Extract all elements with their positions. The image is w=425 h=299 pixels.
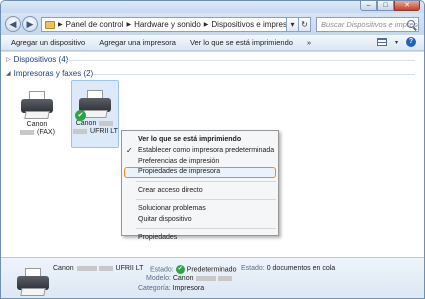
- menu-item-properties[interactable]: Propiedades: [122, 232, 278, 243]
- navigation-bar: ◀ ▶ ▶ Panel de control ▶ Hardware y soni…: [1, 13, 424, 35]
- menu-separator: [136, 199, 276, 200]
- search-input[interactable]: Buscar Dispositivos e impresoras: [316, 17, 419, 32]
- printer-icon: [15, 268, 51, 298]
- printer-item-fax[interactable]: Canon (FAX): [13, 87, 61, 147]
- details-queue: Estado: 0 documentos en cola: [241, 265, 336, 272]
- group-devices[interactable]: ▷ Dispositivos (4): [6, 55, 68, 64]
- title-bar: – □ ✕: [1, 1, 424, 13]
- menu-item-print-preferences[interactable]: Preferencias de impresión: [122, 156, 278, 167]
- breadcrumb-devices-printers[interactable]: Dispositivos e impresoras: [211, 20, 286, 29]
- details-name: Canon UFRII LT: [53, 265, 144, 272]
- printer-item-default[interactable]: ✔ Canon UFRII LT: [71, 80, 119, 148]
- help-icon[interactable]: ?: [406, 37, 416, 47]
- close-button[interactable]: ✕: [394, 1, 420, 11]
- printer-icon: ✔: [75, 90, 113, 121]
- divider: [65, 60, 415, 61]
- menu-separator: [136, 181, 276, 182]
- group-devices-label: Dispositivos (4): [13, 55, 69, 64]
- details-model: Modelo: Canon: [146, 275, 233, 282]
- expand-icon[interactable]: ▷: [6, 56, 11, 63]
- view-options-icon[interactable]: [376, 38, 387, 46]
- group-printers[interactable]: ◢ Impresoras y faxes (2): [6, 69, 93, 78]
- default-check-icon: ✔: [175, 265, 185, 274]
- divider: [93, 74, 415, 75]
- details-status: Estado: ✔ Predeterminado: [150, 265, 237, 274]
- collapse-icon[interactable]: ◢: [6, 70, 11, 77]
- menu-item-set-default[interactable]: ✓ Establecer como impresora predeterminad…: [122, 145, 278, 156]
- refresh-icon[interactable]: ↻: [299, 17, 311, 32]
- explorer-window: – □ ✕ ◀ ▶ ▶ Panel de control ▶ Hardware …: [0, 0, 425, 299]
- printer-label: Canon UFRII LT: [72, 120, 118, 136]
- group-printers-label: Impresoras y faxes (2): [13, 69, 94, 78]
- context-menu: Ver lo que se está imprimiendo ✓ Establec…: [121, 130, 279, 241]
- chevron-right-icon: ▶: [203, 22, 209, 28]
- chevron-right-icon: ▶: [126, 22, 132, 28]
- maximize-button[interactable]: □: [377, 1, 394, 11]
- add-printer-button[interactable]: Agregar una impresora: [99, 38, 176, 47]
- add-device-button[interactable]: Agregar un dispositivo: [11, 38, 85, 47]
- menu-item-remove-device[interactable]: Quitar dispositivo: [122, 214, 278, 225]
- forward-button[interactable]: ▶: [22, 16, 38, 32]
- search-placeholder: Buscar Dispositivos e impresoras: [321, 20, 418, 29]
- address-bar[interactable]: ▶ Panel de control ▶ Hardware y sonido ▶…: [41, 17, 287, 32]
- back-button[interactable]: ◀: [5, 16, 21, 32]
- details-pane: Canon UFRII LT Estado: ✔ Predeterminado …: [1, 257, 424, 298]
- breadcrumb-hardware-sound[interactable]: Hardware y sonido: [134, 20, 201, 29]
- window-controls: – □ ✕: [360, 1, 420, 11]
- command-bar-right: ▾ ?: [376, 37, 416, 47]
- address-buttons: ▾ ↻: [287, 17, 311, 32]
- search-icon[interactable]: [407, 20, 415, 28]
- control-panel-icon: [45, 20, 55, 29]
- see-printing-button[interactable]: Ver lo que se está imprimiendo: [190, 38, 293, 47]
- checkmark-icon: ✓: [126, 146, 133, 155]
- menu-item-see-printing[interactable]: Ver lo que se está imprimiendo: [122, 134, 278, 145]
- more-commands-button[interactable]: »: [307, 38, 311, 47]
- printer-icon: [19, 91, 55, 121]
- command-bar: Agregar un dispositivo Agregar una impre…: [1, 35, 424, 51]
- printer-label: Canon (FAX): [13, 121, 61, 137]
- minimize-button[interactable]: –: [360, 1, 377, 11]
- menu-item-printer-properties[interactable]: Propiedades de impresora: [124, 167, 276, 178]
- default-check-icon: ✔: [75, 110, 86, 121]
- menu-item-create-shortcut[interactable]: Crear acceso directo: [122, 185, 278, 196]
- breadcrumb-control-panel[interactable]: Panel de control: [66, 20, 124, 29]
- history-dropdown-icon[interactable]: ▾: [287, 17, 299, 32]
- chevron-down-icon[interactable]: ▾: [395, 39, 398, 46]
- menu-item-troubleshoot[interactable]: Solucionar problemas: [122, 203, 278, 214]
- chevron-right-icon: ▶: [58, 22, 63, 28]
- details-category: Categoría: Impresora: [138, 285, 205, 292]
- menu-separator: [136, 228, 276, 229]
